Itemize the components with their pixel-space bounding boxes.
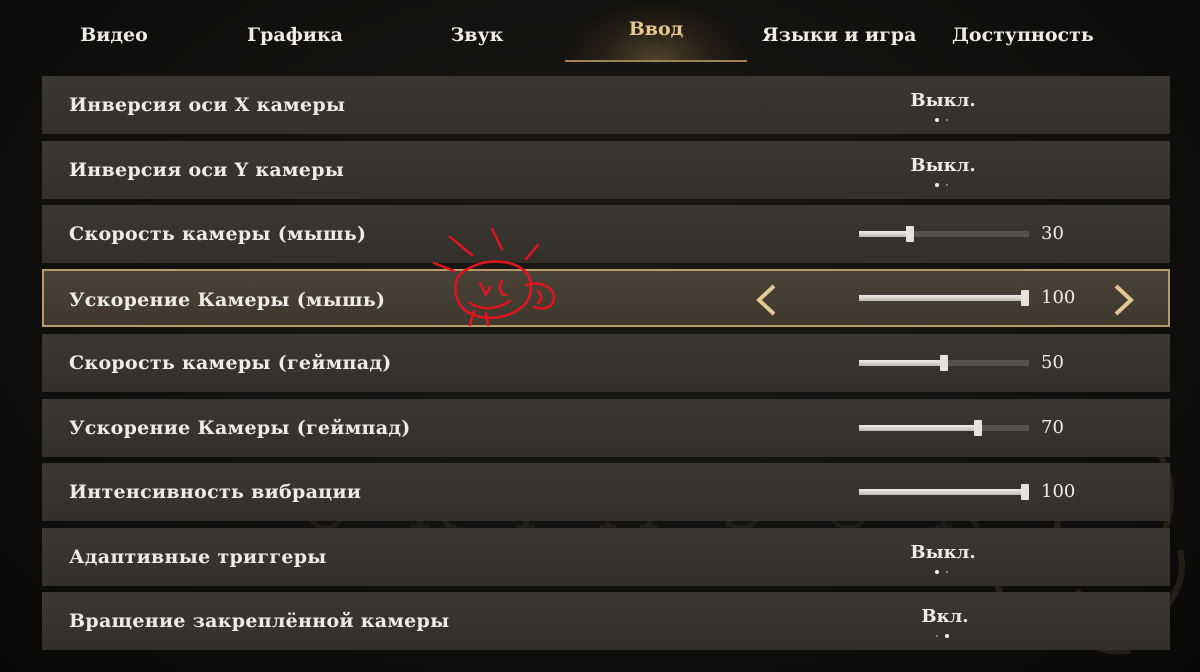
slider-fill xyxy=(859,295,1029,301)
tab-language-game[interactable]: Языки и игра xyxy=(762,20,916,50)
setting-row-camera-accel-mouse[interactable]: Ускорение Камеры (мышь) 100 xyxy=(42,269,1170,327)
setting-label: Адаптивные триггеры xyxy=(69,546,327,568)
tab-video[interactable]: Видео xyxy=(72,20,156,50)
toggle-value[interactable]: Вкл. xyxy=(905,605,985,629)
settings-tabs: Видео Графика Звук Ввод Языки и игра Дос… xyxy=(0,0,1200,68)
setting-row-invert-y[interactable]: Инверсия оси Y камеры Выкл. xyxy=(42,141,1170,199)
setting-label: Инверсия оси Y камеры xyxy=(69,159,345,181)
setting-label: Вращение закреплённой камеры xyxy=(69,610,450,632)
toggle-indicator xyxy=(935,634,965,640)
camera-accel-mouse-slider[interactable] xyxy=(859,290,1029,306)
setting-label: Ускорение Камеры (геймпад) xyxy=(69,417,411,439)
slider-fill xyxy=(859,425,978,431)
chevron-right-icon[interactable] xyxy=(1110,283,1138,317)
tab-input[interactable]: Ввод xyxy=(620,14,692,44)
setting-row-lock-rotation[interactable]: Вращение закреплённой камеры Вкл. xyxy=(42,592,1170,650)
toggle-value[interactable]: Выкл. xyxy=(903,89,983,113)
setting-label: Инверсия оси X камеры xyxy=(69,94,346,116)
setting-label: Интенсивность вибрации xyxy=(69,481,362,503)
slider-knob[interactable] xyxy=(906,226,914,242)
toggle-indicator xyxy=(935,570,965,576)
slider-knob[interactable] xyxy=(974,420,982,436)
setting-row-camera-speed-mouse[interactable]: Скорость камеры (мышь) 30 xyxy=(42,205,1170,263)
vibration-slider[interactable] xyxy=(859,484,1029,500)
setting-row-vibration[interactable]: Интенсивность вибрации 100 xyxy=(42,463,1170,521)
setting-row-adaptive-triggers[interactable]: Адаптивные триггеры Выкл. xyxy=(42,528,1170,586)
camera-accel-pad-slider[interactable] xyxy=(859,420,1029,436)
slider-value: 50 xyxy=(1041,352,1064,373)
tab-sound[interactable]: Звук xyxy=(440,20,514,50)
setting-label: Скорость камеры (мышь) xyxy=(69,223,367,245)
camera-speed-pad-slider[interactable] xyxy=(859,355,1029,371)
setting-row-invert-x[interactable]: Инверсия оси X камеры Выкл. xyxy=(42,76,1170,134)
slider-value: 100 xyxy=(1041,481,1076,502)
toggle-value[interactable]: Выкл. xyxy=(903,541,983,565)
slider-knob[interactable] xyxy=(940,355,948,371)
slider-fill xyxy=(859,360,944,366)
slider-value: 30 xyxy=(1041,223,1064,244)
tab-graphics[interactable]: Графика xyxy=(243,20,347,50)
toggle-value[interactable]: Выкл. xyxy=(903,154,983,178)
chevron-left-icon[interactable] xyxy=(752,283,780,317)
setting-label: Скорость камеры (геймпад) xyxy=(69,352,392,374)
slider-value: 100 xyxy=(1041,287,1076,308)
tab-accessibility[interactable]: Доступность xyxy=(952,20,1094,50)
setting-row-camera-accel-pad[interactable]: Ускорение Камеры (геймпад) 70 xyxy=(42,399,1170,457)
toggle-indicator xyxy=(935,118,965,124)
slider-knob[interactable] xyxy=(1021,484,1029,500)
camera-speed-mouse-slider[interactable] xyxy=(859,226,1029,242)
setting-label: Ускорение Камеры (мышь) xyxy=(69,289,386,311)
setting-row-camera-speed-pad[interactable]: Скорость камеры (геймпад) 50 xyxy=(42,334,1170,392)
slider-value: 70 xyxy=(1041,417,1064,438)
slider-knob[interactable] xyxy=(1021,290,1029,306)
slider-fill xyxy=(859,489,1029,495)
toggle-indicator xyxy=(935,183,965,189)
slider-fill xyxy=(859,231,910,237)
